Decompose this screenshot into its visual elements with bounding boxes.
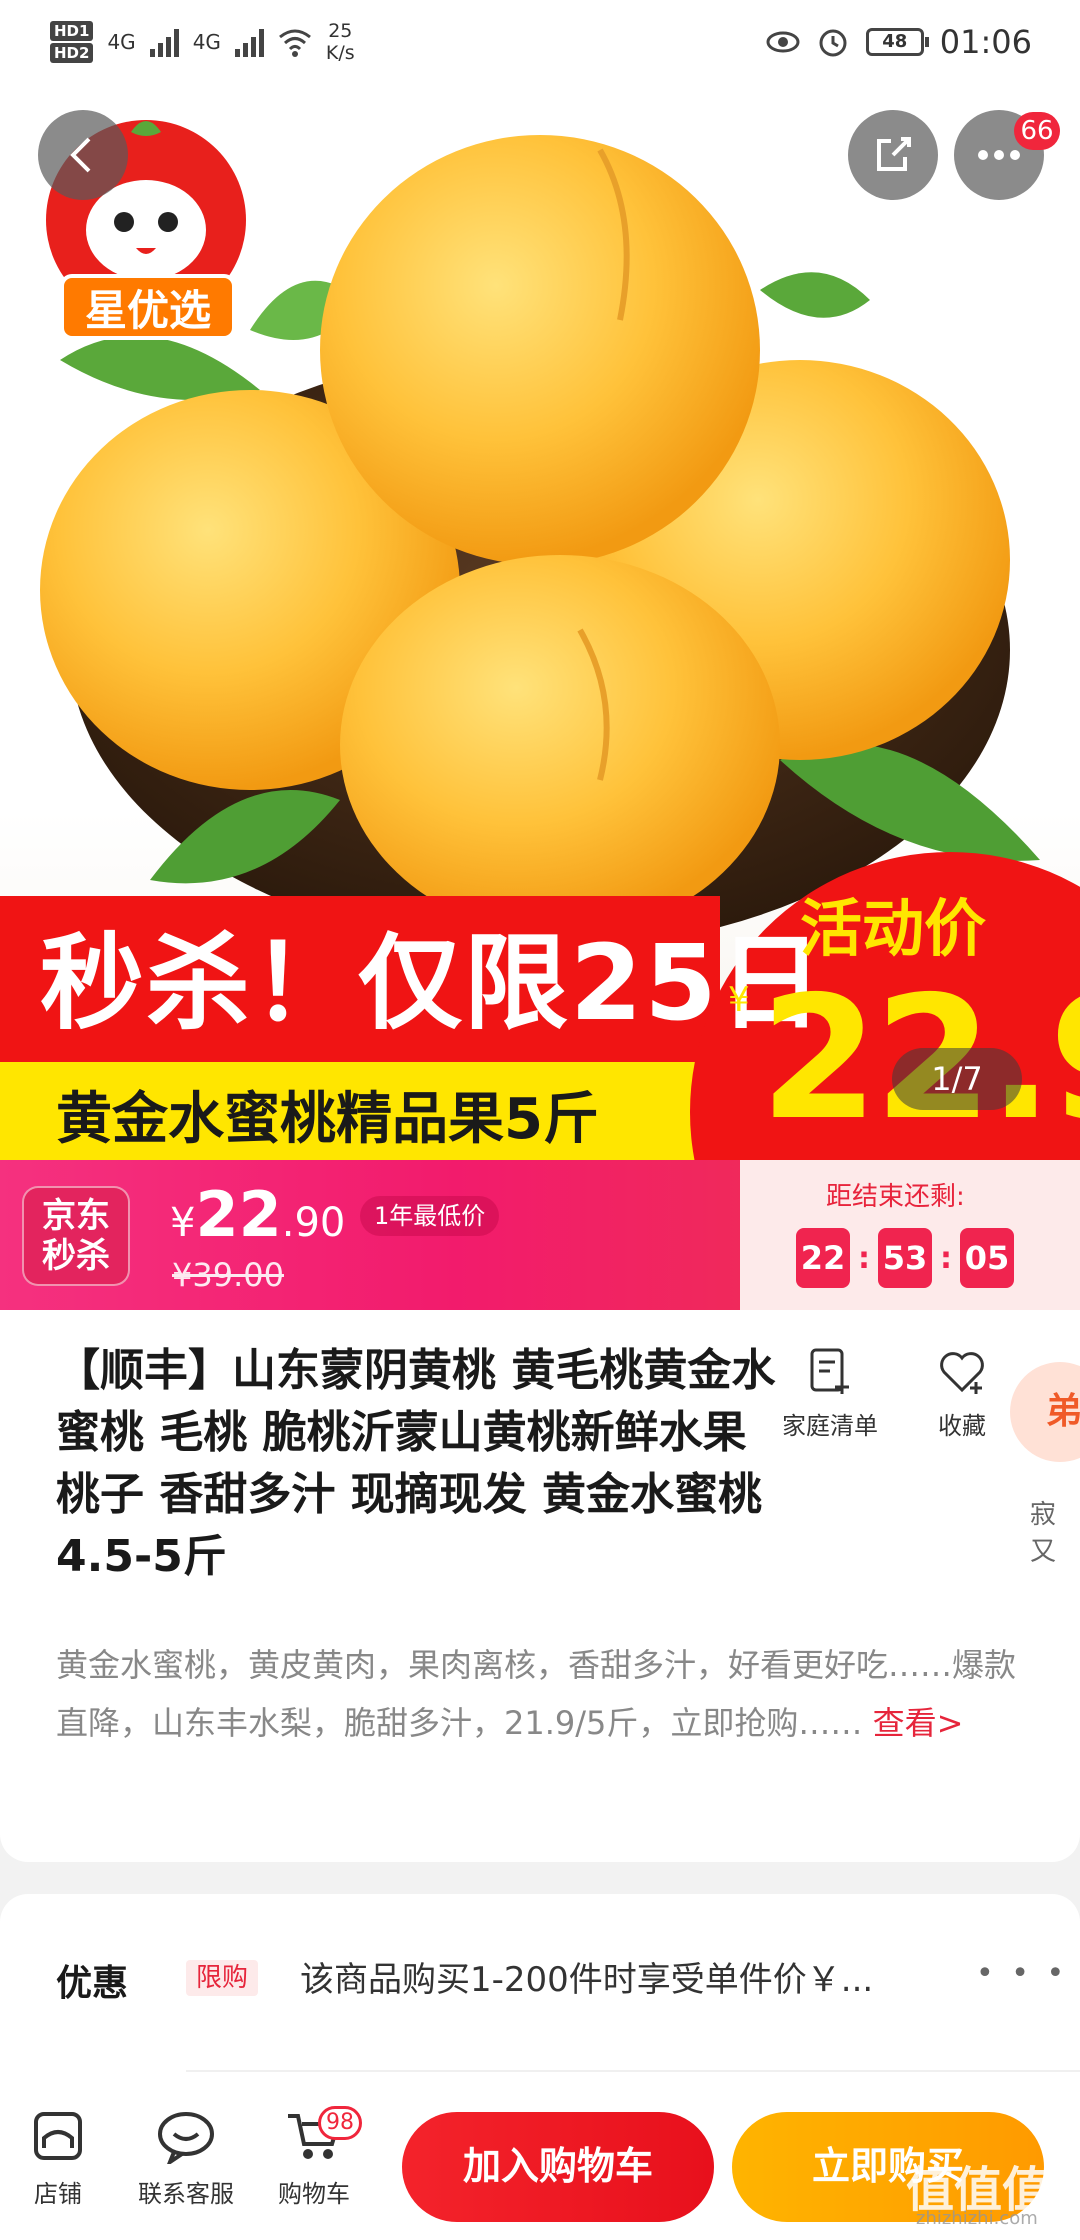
countdown-hours: 22 (796, 1228, 850, 1288)
promo-title: 秒杀！仅限25日 (40, 922, 825, 1044)
store-icon (34, 2112, 82, 2160)
discount-label: 优惠 (56, 1963, 129, 2004)
activity-price-currency: ¥ (728, 980, 750, 1020)
discount-more-button[interactable]: • • • (976, 1956, 1068, 1991)
image-counter: 1/7 (892, 1048, 1022, 1110)
share-icon (877, 137, 911, 171)
watermark-url: zhizhizhi.com (916, 2208, 1038, 2229)
heart-icon (940, 1352, 984, 1394)
back-button[interactable] (38, 110, 128, 200)
countdown-timer: 22 : 53 : 05 (796, 1228, 1014, 1288)
activity-price-label: 活动价 (800, 892, 987, 965)
purchase-limit-tag: 限购 (186, 1960, 259, 1996)
brand-logo-text: 星优选 (60, 274, 236, 340)
cart-count-badge: 98 (318, 2106, 362, 2140)
add-to-cart-button[interactable]: 加入购物车 (402, 2112, 714, 2222)
lowest-price-tag: 1年最低价 (360, 1196, 500, 1236)
product-title: 【顺丰】山东蒙阴黄桃 黄毛桃黄金水蜜桃 毛桃 脆桃沂蒙山黄桃新鲜水果桃子 香甜多… (56, 1345, 776, 1582)
store-label: 店铺 (34, 2180, 82, 2208)
clock: 01:06 (939, 23, 1032, 61)
battery-icon: 48 (865, 28, 929, 56)
eye-icon (766, 31, 800, 53)
cart-label: 购物车 (278, 2180, 350, 2208)
message-count-badge: 66 (1014, 112, 1060, 150)
customer-service-label: 联系客服 (138, 2180, 234, 2208)
alarm-icon (819, 29, 847, 57)
back-icon (70, 137, 91, 173)
hd-indicator: HD1 HD2 (50, 21, 94, 63)
original-price: ¥39.00 (172, 1256, 284, 1294)
share-button[interactable] (848, 110, 938, 200)
network-speed: 25 K/s (325, 20, 355, 64)
chat-bubble-icon (158, 2112, 214, 2164)
list-add-icon (810, 1348, 849, 1394)
jd-flash-sale-badge: 京东 秒杀 (22, 1186, 130, 1286)
more-icon (978, 150, 1020, 160)
countdown-seconds: 05 (960, 1228, 1014, 1288)
floating-side-entry-label: 寂又 (1030, 1500, 1057, 1567)
promo-subtitle: 黄金水蜜桃精品果5斤 (56, 1087, 599, 1152)
floating-side-entry[interactable]: 弟 (1010, 1362, 1080, 1462)
store-button[interactable]: 店铺 (30, 2108, 86, 2209)
customer-service-button[interactable]: 联系客服 (138, 2108, 234, 2209)
favorite-button[interactable]: 收藏 (936, 1346, 988, 1441)
signal-icon (234, 27, 264, 57)
product-description: 黄金水蜜桃，黄皮黄肉，果肉离核，香甜多汁，好看更好吃……爆款直降，山东丰水梨，脆… (56, 1646, 1017, 1742)
flash-sale-price: ¥22.90 (170, 1178, 346, 1251)
status-bar: HD1 HD2 4G 4G 25 K/s 48 01:06 (0, 0, 1080, 84)
network-type-2: 4G (192, 30, 221, 54)
family-list-label: 家庭清单 (782, 1412, 878, 1440)
signal-icon (149, 27, 179, 57)
wifi-icon (278, 29, 311, 57)
divider (186, 2070, 1080, 2072)
product-info-card: 【顺丰】山东蒙阴黄桃 黄毛桃黄金水蜜桃 毛桃 脆桃沂蒙山黄桃新鲜水果桃子 香甜多… (0, 1310, 1080, 1862)
add-to-family-list-button[interactable]: 家庭清单 (782, 1346, 878, 1441)
favorite-label: 收藏 (938, 1412, 986, 1440)
product-detail-page: 星优选 秒杀！仅限25日 黄金水蜜桃精品果5斤 活动价 ¥ 22.9 1/7 H… (0, 0, 1080, 2240)
discount-text[interactable]: 该商品购买1-200件时享受单件价￥... (300, 1952, 940, 2001)
flash-sale-bar: 京东 秒杀 ¥22.90 1年最低价 ¥39.00 距结束还剩: 22 : 53… (0, 1160, 1080, 1310)
network-type-1: 4G (107, 30, 136, 54)
countdown-minutes: 53 (878, 1228, 932, 1288)
view-more-link[interactable]: 查看> (873, 1704, 964, 1742)
countdown-label: 距结束还剩: (826, 1182, 965, 1212)
